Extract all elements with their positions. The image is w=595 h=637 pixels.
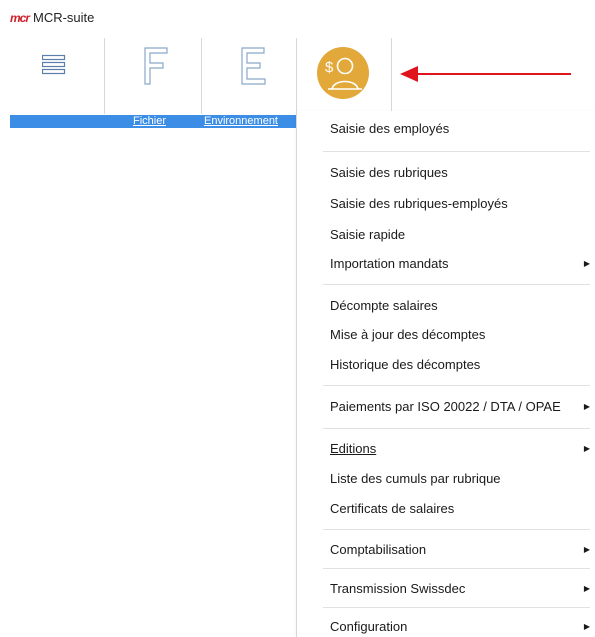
menu-item-configuration[interactable]: Configuration — [330, 619, 407, 634]
salary-person-icon: $ — [317, 47, 369, 99]
menu-item-comptabilisation[interactable]: Comptabilisation — [330, 542, 426, 557]
window-title: MCR-suite — [33, 10, 95, 25]
menu-item-editions[interactable]: Editions — [330, 441, 376, 456]
environnement-button[interactable] — [202, 36, 296, 114]
fichier-label[interactable]: Fichier — [133, 115, 166, 128]
menu-separator — [323, 385, 590, 386]
menu-separator — [323, 428, 590, 429]
fichier-button[interactable] — [105, 36, 201, 114]
menu-item-importation-mandats[interactable]: Importation mandats — [330, 256, 449, 271]
menu-item-certificats-salaires[interactable]: Certificats de salaires — [330, 501, 454, 516]
submenu-arrow-icon: ▶ — [583, 444, 590, 453]
salary-dropdown-menu: Saisie des employés Saisie des rubriques… — [296, 111, 595, 637]
menu-item-historique-decomptes[interactable]: Historique des décomptes — [330, 357, 480, 372]
menu-item-saisie-rubriques[interactable]: Saisie des rubriques — [330, 165, 448, 180]
salary-module-button[interactable]: $ — [297, 36, 391, 114]
menu-separator — [323, 284, 590, 285]
submenu-arrow-icon: ▶ — [583, 622, 590, 631]
letter-e-icon — [241, 47, 266, 85]
app-logo: mcr — [10, 11, 30, 25]
ribbon-toolbar: $ — [0, 36, 595, 114]
menu-item-liste-cumuls[interactable]: Liste des cumuls par rubrique — [330, 471, 501, 486]
submenu-arrow-icon: ▶ — [583, 584, 590, 593]
environnement-label[interactable]: Environnement — [204, 115, 278, 128]
menu-item-paiements-iso[interactable]: Paiements par ISO 20022 / DTA / OPAE — [330, 399, 561, 414]
menu-item-saisie-employes[interactable]: Saisie des employés — [330, 121, 449, 136]
submenu-arrow-icon: ▶ — [583, 402, 590, 411]
letter-f-icon — [144, 47, 168, 85]
svg-text:$: $ — [325, 59, 334, 76]
menu-item-transmission-swissdec[interactable]: Transmission Swissdec — [330, 581, 465, 596]
menu-item-decompte-salaires[interactable]: Décompte salaires — [330, 298, 438, 313]
menu-separator — [323, 529, 590, 530]
menu-separator — [323, 568, 590, 569]
menu-item-saisie-rapide[interactable]: Saisie rapide — [330, 227, 405, 242]
red-arrow-icon — [400, 66, 571, 82]
menu-separator — [323, 151, 590, 152]
menu-separator — [323, 607, 590, 608]
main-menu-button[interactable] — [10, 36, 102, 114]
submenu-arrow-icon: ▶ — [583, 259, 590, 268]
ribbon-separator — [391, 38, 392, 114]
title-bar: mcr MCR-suite — [0, 0, 595, 36]
submenu-arrow-icon: ▶ — [583, 545, 590, 554]
menu-item-mise-a-jour-decomptes[interactable]: Mise à jour des décomptes — [330, 327, 485, 342]
menu-item-saisie-rubriques-employes[interactable]: Saisie des rubriques-employés — [330, 196, 508, 211]
hamburger-icon — [42, 54, 66, 75]
